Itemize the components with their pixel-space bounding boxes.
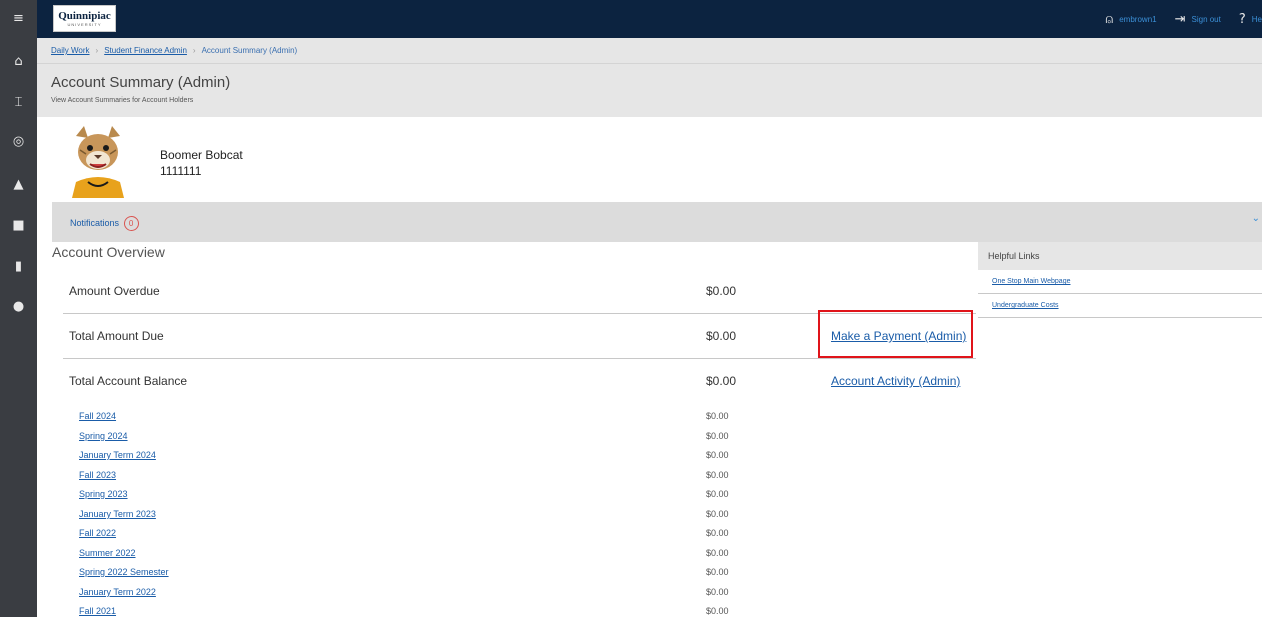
helpful-links-panel: Helpful Links One Stop Main Webpage Unde… [978, 242, 1262, 318]
page-title: Account Summary (Admin) [51, 74, 231, 91]
overview-value: $0.00 [706, 374, 737, 388]
chevron-down-icon[interactable]: ⌄ [1252, 213, 1260, 224]
sign-out-icon: ⇥ [1174, 11, 1186, 27]
top-bar: Quinnipiac UNIVERSITY ⍝ embrown1 ⇥ Sign … [37, 0, 1262, 38]
home-icon[interactable]: ⌂ [0, 48, 37, 74]
account-activity-link[interactable]: Account Activity (Admin) [831, 374, 960, 388]
overview-label: Amount Overdue [69, 284, 160, 298]
term-link[interactable]: Summer 2022 [79, 548, 136, 558]
notifications-label: Notifications [70, 217, 120, 228]
notifications-toggle[interactable]: Notifications 0 [70, 216, 139, 231]
term-amount: $0.00 [706, 606, 729, 616]
term-link[interactable]: Fall 2024 [79, 411, 116, 421]
term-link[interactable]: January Term 2024 [79, 450, 156, 460]
overview-value: $0.00 [706, 284, 737, 298]
page-subtitle: View Account Summaries for Account Holde… [51, 97, 194, 104]
menu-icon[interactable]: ≡ [0, 5, 37, 31]
term-amount: $0.00 [706, 470, 729, 480]
term-link[interactable]: January Term 2022 [79, 587, 156, 597]
term-amount: $0.00 [706, 548, 729, 558]
term-link[interactable]: Fall 2022 [79, 528, 116, 538]
graduation-cap-icon[interactable]: ▲ [0, 171, 37, 197]
overview-label: Total Amount Due [69, 329, 164, 343]
account-overview-title: Account Overview [52, 244, 165, 260]
sign-out-label: Sign out [1191, 14, 1221, 24]
user-circle-icon[interactable]: ● [0, 293, 37, 319]
help-icon: ? [1238, 11, 1246, 27]
one-stop-main-webpage-link[interactable]: One Stop Main Webpage [978, 270, 1262, 294]
left-nav-rail: ≡ ⌂ ⌶ ◎ ▲ ■ ▮ ● [0, 0, 37, 617]
logo-subtext: UNIVERSITY [67, 21, 102, 27]
account-holder-name: Boomer Bobcat [160, 148, 243, 162]
username: embrown1 [1119, 14, 1157, 24]
term-amount: $0.00 [706, 450, 729, 460]
breadcrumb: Daily Work › Student Finance Admin › Acc… [37, 38, 1262, 64]
id-card-icon[interactable]: ◎ [0, 128, 37, 154]
term-link[interactable]: Spring 2022 Semester [79, 567, 169, 577]
user-menu[interactable]: ⍝ embrown1 [1105, 12, 1156, 27]
term-link[interactable]: January Term 2023 [79, 509, 156, 519]
page-header: Account Summary (Admin) View Account Sum… [37, 64, 1262, 117]
highlight-box [818, 310, 973, 358]
book-icon[interactable]: ▮ [0, 253, 37, 279]
term-link[interactable]: Spring 2023 [79, 489, 128, 499]
helpful-links-title: Helpful Links [978, 242, 1262, 270]
term-link[interactable]: Fall 2023 [79, 470, 116, 480]
breadcrumb-student-finance-admin[interactable]: Student Finance Admin [104, 46, 187, 55]
undergraduate-costs-link[interactable]: Undergraduate Costs [978, 294, 1262, 318]
university-logo[interactable]: Quinnipiac UNIVERSITY [53, 5, 116, 32]
notifications-bar[interactable]: Notifications 0 ⌄ [52, 202, 1262, 242]
breadcrumb-daily-work[interactable]: Daily Work [51, 46, 90, 55]
term-link[interactable]: Fall 2021 [79, 606, 116, 616]
avatar [66, 124, 130, 198]
breadcrumb-separator: › [192, 46, 196, 55]
term-link[interactable]: Spring 2024 [79, 431, 128, 441]
term-amount: $0.00 [706, 411, 729, 421]
overview-row-total-account-balance: Total Account Balance $0.00 Account Acti… [63, 359, 976, 399]
help-link[interactable]: ? He [1239, 12, 1262, 27]
notifications-count-badge: 0 [123, 216, 139, 231]
help-label: He [1251, 14, 1262, 24]
briefcase-icon[interactable]: ■ [0, 212, 37, 238]
term-amount: $0.00 [706, 567, 729, 577]
term-amount: $0.00 [706, 431, 729, 441]
overview-label: Total Account Balance [69, 374, 188, 388]
term-amount: $0.00 [706, 587, 729, 597]
breadcrumb-current: Account Summary (Admin) [201, 46, 298, 55]
overview-row-amount-overdue: Amount Overdue $0.00 [63, 268, 976, 314]
term-amount: $0.00 [706, 509, 729, 519]
user-icon: ⍝ [1105, 11, 1114, 27]
account-holder-id: 1111111 [160, 164, 202, 178]
term-amount: $0.00 [706, 489, 729, 499]
logo-wordmark: Quinnipiac [58, 9, 111, 22]
bank-icon[interactable]: ⌶ [0, 89, 37, 115]
overview-value: $0.00 [706, 329, 737, 343]
breadcrumb-separator: › [95, 46, 99, 55]
sign-out-link[interactable]: ⇥ Sign out [1175, 12, 1221, 27]
top-right-menu: ⍝ embrown1 ⇥ Sign out ? He [1105, 0, 1262, 38]
term-amount: $0.00 [706, 528, 729, 538]
